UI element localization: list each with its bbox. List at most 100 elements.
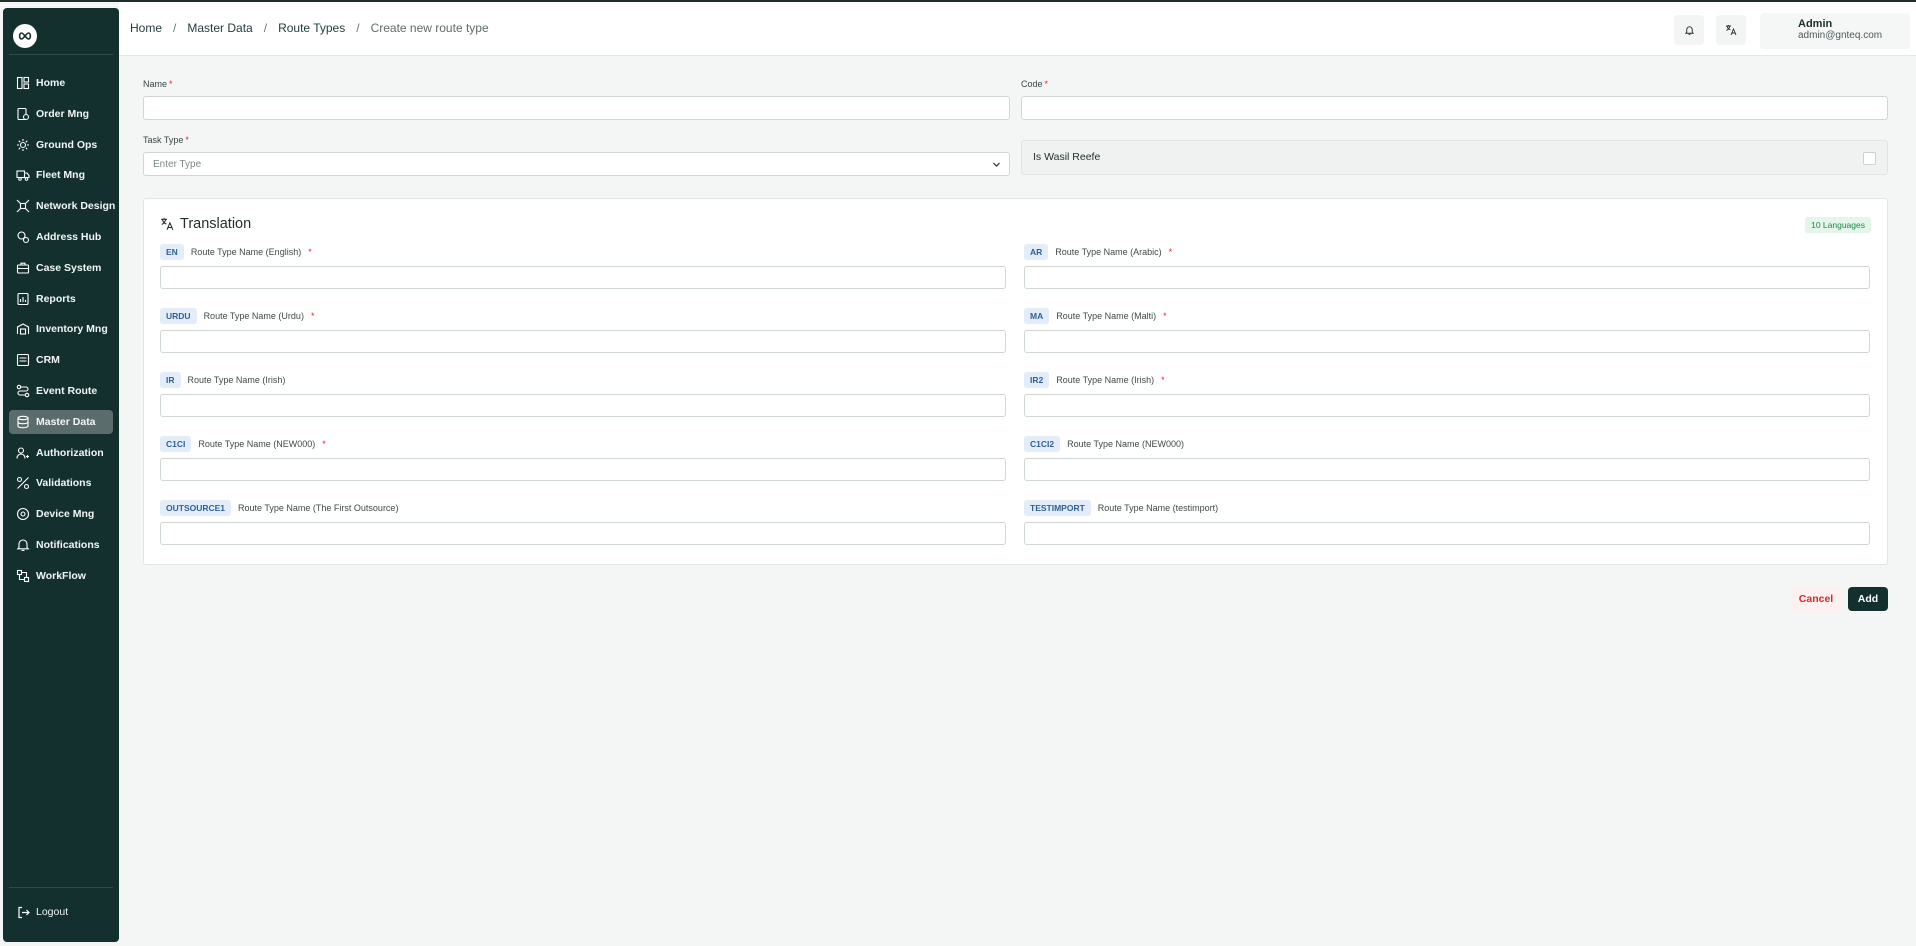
sidebar-item-label: Network Design (36, 200, 116, 213)
user-email: admin@gnteq.com (1798, 30, 1883, 41)
sidebar-item-inventory-mng[interactable]: Inventory Mng (9, 317, 113, 341)
sidebar-item-home[interactable]: Home (9, 71, 113, 95)
validation-icon (16, 476, 30, 490)
sidebar-item-address-hub[interactable]: Address Hub (9, 225, 113, 249)
sidebar-item-label: Event Route (36, 384, 98, 397)
translate-icon (161, 218, 174, 231)
translation-input-ir2[interactable] (1024, 394, 1870, 417)
sidebar-item-order-mng[interactable]: Order Mng (9, 102, 113, 126)
sidebar-item-device-mng[interactable]: Device Mng (9, 502, 113, 526)
sidebar-item-master-data[interactable]: Master Data (9, 409, 113, 434)
sidebar-item-case-system[interactable]: Case System (9, 256, 113, 280)
network-icon (16, 199, 30, 213)
sidebar-item-network-design[interactable]: Network Design (9, 194, 116, 218)
task-type-select[interactable]: Enter Type (143, 152, 1010, 176)
code-input[interactable] (1021, 96, 1888, 120)
breadcrumb-separator: / (263, 21, 268, 35)
sidebar-item-notifications[interactable]: Notifications (9, 533, 113, 557)
required-mark: * (1168, 247, 1173, 257)
sidebar-item-crm[interactable]: CRM (9, 348, 113, 372)
is-wasil-reefe-checkbox[interactable] (1863, 152, 1876, 165)
logout-button[interactable]: Logout (16, 905, 68, 919)
translation-input-en[interactable] (160, 266, 1006, 289)
chevron-down-icon (993, 162, 1000, 167)
languages-count-badge: 10 Languages (1805, 217, 1871, 233)
breadcrumb-master-data[interactable]: Master Data (187, 21, 252, 35)
crm-icon (16, 353, 30, 367)
translation-field-label: Route Type Name (Urdu) (203, 311, 304, 321)
translation-label-c1ci: C1CI Route Type Name (NEW000) * (160, 436, 326, 452)
language-code-tag: MA (1024, 308, 1050, 324)
language-button[interactable] (1716, 15, 1746, 45)
language-code-tag: IR2 (1024, 372, 1050, 388)
translation-input-outsource1[interactable] (160, 522, 1006, 545)
breadcrumb-separator: / (356, 21, 360, 35)
sidebar-item-label: Reports (36, 292, 76, 305)
notifications-button[interactable] (1674, 15, 1704, 45)
translation-field-label: Route Type Name (Irish) (1056, 375, 1155, 385)
sidebar-item-fleet-mng[interactable]: Fleet Mng (9, 163, 113, 187)
translation-label-ar: AR Route Type Name (Arabic) * (1024, 244, 1172, 260)
sidebar-item-label: Master Data (36, 415, 96, 428)
inventory-icon (16, 322, 30, 336)
translation-input-urdu[interactable] (160, 330, 1006, 353)
language-code-tag: TESTIMPORT (1024, 500, 1091, 516)
translation-input-ma[interactable] (1024, 330, 1870, 353)
bell-icon (1684, 25, 1694, 35)
sidebar: Home Order Mng Ground Ops Fleet Mng Network … (3, 8, 119, 942)
logout-icon (16, 905, 30, 919)
case-icon (16, 261, 30, 275)
translation-field-label: Route Type Name (Irish) (187, 375, 286, 385)
translation-field-label: Route Type Name (Malti) (1056, 311, 1157, 321)
app-logo[interactable] (13, 24, 37, 48)
translation-input-testimport[interactable] (1024, 522, 1870, 545)
code-label: Code * (1021, 79, 1049, 89)
translation-label-ma: MA Route Type Name (Malti) * (1024, 308, 1167, 324)
required-mark: * (1161, 375, 1165, 385)
database-icon (16, 415, 30, 429)
route-icon (16, 384, 30, 398)
sidebar-item-validations[interactable]: Validations (9, 471, 113, 495)
translation-input-ir[interactable] (160, 394, 1006, 417)
translation-input-c1ci2[interactable] (1024, 458, 1870, 481)
sidebar-item-label: CRM (36, 354, 60, 367)
name-input[interactable] (143, 96, 1010, 120)
translation-field-label: Route Type Name (Arabic) (1055, 247, 1162, 257)
translation-field-label: Route Type Name (English) (190, 247, 302, 257)
translation-input-c1ci[interactable] (160, 458, 1006, 481)
breadcrumb-home[interactable]: Home (130, 21, 162, 35)
sidebar-nav: Home Order Mng Ground Ops Fleet Mng Network … (9, 71, 116, 595)
report-icon (16, 292, 30, 306)
required-mark: * (1163, 311, 1167, 321)
breadcrumb-route-types[interactable]: Route Types (278, 21, 345, 35)
location-icon (16, 230, 30, 244)
sidebar-item-reports[interactable]: Reports (9, 287, 113, 311)
user-menu[interactable]: Admin admin@gnteq.com (1760, 13, 1910, 49)
logout-label: Logout (36, 906, 69, 918)
translate-icon (1726, 25, 1737, 36)
translation-input-ar[interactable] (1024, 266, 1870, 289)
sidebar-item-label: Inventory Mng (36, 323, 108, 336)
top-header: Home / Master Data / Route Types / Creat… (119, 2, 1916, 56)
sidebar-item-authorization[interactable]: Authorization (9, 441, 113, 465)
translation-label-c1ci2: C1CI2 Route Type Name (NEW000) (1024, 436, 1184, 452)
cancel-button[interactable]: Cancel (1791, 587, 1841, 611)
language-code-tag: URDU (160, 308, 197, 324)
is-wasil-reefe-field[interactable]: Is Wasil Reefe (1021, 140, 1888, 175)
sidebar-item-workflow[interactable]: WorkFlow (9, 564, 113, 588)
sidebar-item-ground-ops[interactable]: Ground Ops (9, 133, 113, 157)
sidebar-item-label: Ground Ops (36, 138, 98, 151)
truck-icon (16, 168, 30, 182)
dashboard-icon (16, 76, 30, 90)
sidebar-item-event-route[interactable]: Event Route (9, 379, 113, 403)
translation-label-outsource1: OUTSOURCE1 Route Type Name (The First Out… (160, 500, 398, 516)
order-icon (16, 107, 30, 121)
breadcrumb-current: Create new route type (370, 21, 489, 35)
ground-ops-icon (16, 138, 30, 152)
translation-card: Translation 10 Languages EN Route Type Na… (143, 198, 1888, 565)
breadcrumb: Home / Master Data / Route Types / Creat… (130, 21, 489, 35)
add-button[interactable]: Add (1848, 587, 1888, 611)
translation-title: Translation (160, 216, 251, 232)
sidebar-item-label: Validations (36, 477, 92, 490)
language-code-tag: AR (1024, 244, 1049, 260)
